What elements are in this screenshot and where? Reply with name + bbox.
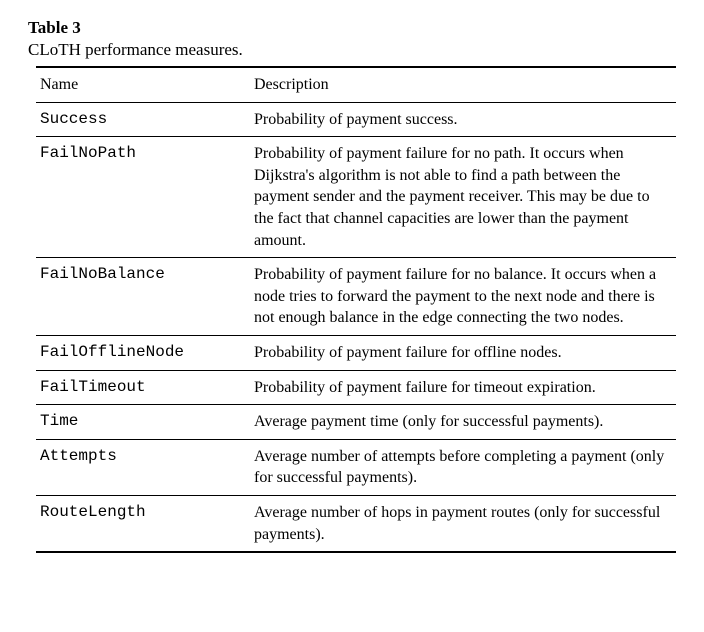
table-row: Attempts Average number of attempts befo…	[36, 439, 676, 495]
table-row: FailNoBalance Probability of payment fai…	[36, 258, 676, 336]
row-name: FailTimeout	[36, 370, 250, 405]
row-description: Average number of hops in payment routes…	[250, 495, 676, 552]
row-name: Time	[36, 405, 250, 440]
row-name: FailNoBalance	[36, 258, 250, 336]
row-description: Probability of payment failure for offli…	[250, 335, 676, 370]
performance-measures-table: Name Description Success Probability of …	[36, 66, 676, 553]
table-row: Success Probability of payment success.	[36, 102, 676, 137]
row-name: Attempts	[36, 439, 250, 495]
row-name: Success	[36, 102, 250, 137]
table-row: FailNoPath Probability of payment failur…	[36, 137, 676, 258]
header-name: Name	[36, 67, 250, 102]
row-name: FailNoPath	[36, 137, 250, 258]
table-row: FailTimeout Probability of payment failu…	[36, 370, 676, 405]
row-description: Probability of payment failure for no ba…	[250, 258, 676, 336]
row-description: Average number of attempts before comple…	[250, 439, 676, 495]
row-description: Probability of payment failure for no pa…	[250, 137, 676, 258]
row-description: Probability of payment failure for timeo…	[250, 370, 676, 405]
table-row: RouteLength Average number of hops in pa…	[36, 495, 676, 552]
table-label: Table 3	[28, 18, 680, 38]
table-row: FailOfflineNode Probability of payment f…	[36, 335, 676, 370]
header-description: Description	[250, 67, 676, 102]
table-caption: CLoTH performance measures.	[28, 40, 680, 60]
row-description: Average payment time (only for successfu…	[250, 405, 676, 440]
row-description: Probability of payment success.	[250, 102, 676, 137]
table-row: Time Average payment time (only for succ…	[36, 405, 676, 440]
row-name: FailOfflineNode	[36, 335, 250, 370]
row-name: RouteLength	[36, 495, 250, 552]
